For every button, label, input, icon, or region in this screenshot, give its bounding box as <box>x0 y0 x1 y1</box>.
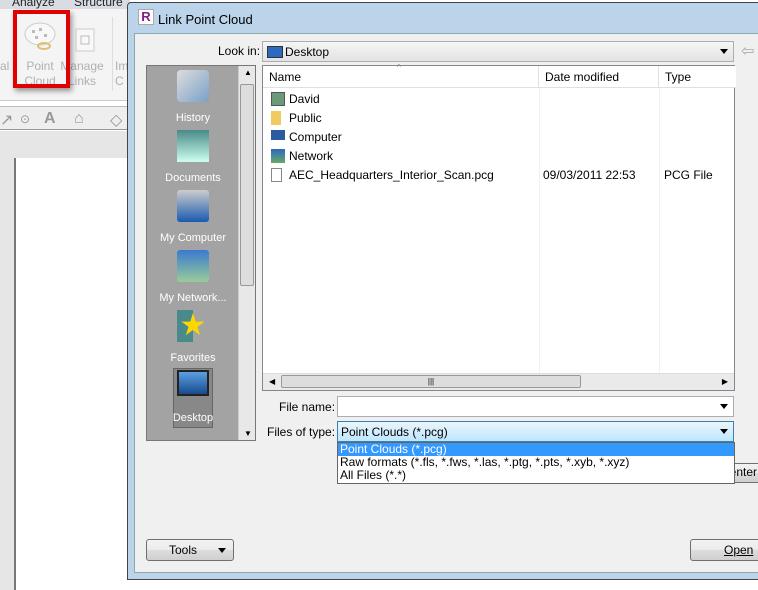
open-label: Open <box>724 543 754 557</box>
title-bar[interactable]: R Link Point Cloud <box>128 3 758 33</box>
dimension-icon[interactable]: ↗ <box>0 110 13 130</box>
text-icon[interactable]: A <box>44 110 56 128</box>
tab-structure[interactable]: Structure <box>74 0 123 9</box>
place-label: History <box>175 112 211 124</box>
look-in-value: Desktop <box>285 45 330 59</box>
dialog-title: Link Point Cloud <box>158 12 253 27</box>
place-history[interactable]: History <box>147 70 239 126</box>
chevron-down-icon[interactable] <box>720 404 728 409</box>
file-row-public[interactable]: Public <box>263 109 734 128</box>
places-bar: History Documents My Computer My Network… <box>146 65 256 441</box>
scroll-up-icon[interactable]: ▲ <box>244 68 252 77</box>
place-label: Desktop <box>172 412 214 424</box>
horizontal-scrollbar[interactable]: ◀ ||| ▶ <box>263 373 734 390</box>
scroll-down-icon[interactable]: ▼ <box>244 429 252 438</box>
quick-toolbar: ↗ ⊙ A ⌂ ◇ <box>0 106 130 130</box>
chevron-down-icon <box>720 429 728 434</box>
column-header-date[interactable]: Date modified <box>539 66 659 88</box>
sort-ascending-icon: ^ <box>397 63 401 72</box>
tag-icon[interactable]: ⊙ <box>20 112 30 126</box>
drawing-canvas[interactable] <box>14 158 130 590</box>
chevron-down-icon <box>218 548 226 553</box>
manage-links-label-2: Links <box>67 74 96 88</box>
desktop-icon <box>177 370 209 396</box>
revit-app-icon: R <box>138 9 154 25</box>
tools-label: Tools <box>169 543 198 557</box>
open-button[interactable]: Open <box>690 539 758 561</box>
favorites-icon: ★ <box>177 310 209 342</box>
scroll-left-icon[interactable]: ◀ <box>269 377 275 386</box>
column-header-type[interactable]: Type <box>659 66 736 88</box>
place-label: Favorites <box>170 352 216 364</box>
file-name: Network <box>289 149 334 163</box>
look-in-label: Look in: <box>218 44 261 58</box>
scroll-thumb[interactable] <box>240 84 254 286</box>
files-of-type-label: Files of type: <box>267 425 336 439</box>
ribbon-tabs: Analyze Structure <box>0 0 130 9</box>
highlight-box <box>13 10 70 88</box>
folder-icon <box>271 111 281 125</box>
chevron-down-icon <box>720 49 728 54</box>
file-icon <box>271 168 282 182</box>
file-name-input[interactable] <box>337 396 734 417</box>
scroll-thumb[interactable]: ||| <box>281 375 581 388</box>
desktop-icon <box>267 46 283 58</box>
history-icon <box>177 70 209 102</box>
file-name: AEC_Headquarters_Interior_Scan.pcg <box>289 168 494 182</box>
place-documents[interactable]: Documents <box>147 130 239 186</box>
files-of-type-combo[interactable]: Point Clouds (*.pcg) <box>337 421 734 442</box>
3d-view-icon[interactable]: ⌂ <box>74 110 84 128</box>
place-desktop-content: Desktop <box>147 370 239 426</box>
tab-analyze[interactable]: Analyze <box>12 0 55 9</box>
network-icon <box>177 250 209 282</box>
file-row-computer[interactable]: Computer <box>263 128 734 147</box>
manage-links-icon <box>75 28 95 52</box>
file-name: David <box>289 92 320 106</box>
network-icon <box>271 149 285 163</box>
user-folder-icon <box>271 92 285 106</box>
place-label: My Network... <box>159 292 227 304</box>
place-label: My Computer <box>159 232 227 244</box>
scroll-right-icon[interactable]: ▶ <box>722 377 728 386</box>
tools-button[interactable]: Tools <box>146 539 234 561</box>
my-computer-icon <box>177 190 209 222</box>
import-label-2: C <box>115 74 124 88</box>
look-in-combo[interactable]: Desktop <box>262 41 734 62</box>
documents-icon <box>177 130 209 162</box>
file-row-david[interactable]: David <box>263 90 734 109</box>
file-name: Computer <box>289 130 342 144</box>
back-icon[interactable]: ⇦ <box>741 41 754 61</box>
file-name: Public <box>289 111 322 125</box>
places-scrollbar[interactable]: ▲ ▼ <box>238 66 255 440</box>
computer-icon <box>271 130 285 140</box>
place-my-computer[interactable]: My Computer <box>147 190 239 246</box>
column-header-name[interactable]: Name <box>263 66 539 88</box>
section-icon[interactable]: ◇ <box>110 110 122 130</box>
place-network[interactable]: My Network... <box>147 250 239 306</box>
file-date: 09/03/2011 22:53 <box>543 168 636 182</box>
file-type: PCG File <box>664 168 713 182</box>
files-of-type-value: Point Clouds (*.pcg) <box>341 425 448 439</box>
place-label: Documents <box>165 172 221 184</box>
file-row-pcg[interactable]: AEC_Headquarters_Interior_Scan.pcg 09/03/… <box>263 166 734 185</box>
file-name-label: File name: <box>279 400 336 414</box>
place-favorites[interactable]: ★ Favorites <box>147 310 239 366</box>
option-all-files[interactable]: All Files (*.*) <box>338 469 734 482</box>
file-list[interactable]: Name ^ Date modified Type David Public C… <box>262 63 736 391</box>
file-row-network[interactable]: Network <box>263 147 734 166</box>
partial-ribbon-label: al <box>0 59 10 73</box>
files-of-type-dropdown: Point Clouds (*.pcg) Raw formats (*.fls,… <box>337 442 735 484</box>
